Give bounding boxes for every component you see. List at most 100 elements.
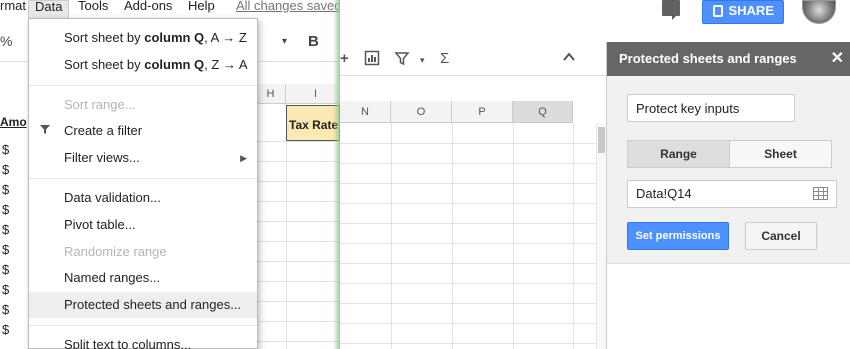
filter-dropdown-icon[interactable]: ▾ xyxy=(420,55,425,66)
lock-icon xyxy=(713,5,723,17)
column-header-i[interactable]: I xyxy=(286,84,340,104)
font-size-dropdown-icon[interactable]: ▾ xyxy=(282,36,287,47)
create-filter-item[interactable]: Create a filter xyxy=(29,118,257,144)
named-ranges-item[interactable]: Named ranges... xyxy=(29,265,257,291)
sort-sheet-a-z-item[interactable]: Sort sheet by column Q, A → Z xyxy=(29,25,257,51)
column-header-n[interactable]: N xyxy=(340,101,391,123)
grid-line xyxy=(256,281,340,282)
menu-item-label: Sort sheet by xyxy=(64,30,145,45)
set-permissions-button[interactable]: Set permissions xyxy=(627,222,729,250)
grid-line xyxy=(340,263,596,264)
amount-cell[interactable]: $ xyxy=(2,300,9,320)
menu-item-label: Filter views... xyxy=(64,150,140,165)
description-input[interactable] xyxy=(627,94,795,122)
tax-rate-cell[interactable]: Tax Rate xyxy=(286,105,340,141)
sort-sheet-z-a-item[interactable]: Sort sheet by column Q, Z → A xyxy=(29,52,257,78)
filter-icon xyxy=(39,118,51,144)
menu-separator xyxy=(29,178,257,179)
submenu-arrow-icon: ▶ xyxy=(240,153,247,163)
percent-format-button[interactable]: % xyxy=(0,33,12,49)
panel-title: Protected sheets and ranges xyxy=(619,51,797,66)
grid-line xyxy=(256,341,340,342)
column-header-o[interactable]: O xyxy=(391,101,452,123)
tab-sheet[interactable]: Sheet xyxy=(729,140,832,168)
menu-separator xyxy=(29,85,257,86)
pivot-table-item[interactable]: Pivot table... xyxy=(29,212,257,238)
panel-header: Protected sheets and ranges ✕ xyxy=(607,42,850,76)
amount-cell[interactable]: $ xyxy=(2,260,9,280)
amount-cell[interactable]: $ xyxy=(2,280,9,300)
grid-line xyxy=(340,323,596,324)
menu-item-label: Create a filter xyxy=(64,123,143,138)
cancel-button[interactable]: Cancel xyxy=(745,222,817,250)
sigma-icon[interactable]: Σ xyxy=(440,50,449,67)
column-header-p[interactable]: P xyxy=(452,101,513,123)
menu-format[interactable]: rmat xyxy=(0,0,26,12)
panel-form: Range Sheet Data!Q14 Set permissions Can… xyxy=(607,76,850,264)
amount-cell[interactable]: $ xyxy=(2,220,9,240)
grid-line xyxy=(340,223,596,224)
amount-cell[interactable]: $ xyxy=(2,160,9,180)
menu-tools[interactable]: Tools xyxy=(78,0,108,12)
select-range-grid-icon[interactable] xyxy=(813,187,828,200)
amount-cell[interactable]: $ xyxy=(2,200,9,220)
data-menu-dropdown: Sort sheet by column Q, A → Z Sort sheet… xyxy=(28,18,258,349)
data-validation-item[interactable]: Data validation... xyxy=(29,185,257,211)
grid-line xyxy=(513,123,514,349)
insert-icon[interactable]: + xyxy=(340,50,349,67)
grid-line xyxy=(340,283,596,284)
chevron-up-icon[interactable] xyxy=(562,50,576,67)
menu-item-label: , Z → A xyxy=(204,57,248,72)
grid-line xyxy=(340,183,596,184)
protected-ranges-panel: Protected sheets and ranges ✕ Range Shee… xyxy=(606,42,850,349)
amount-header-cell[interactable]: Amo xyxy=(0,115,27,129)
grid-line xyxy=(256,261,340,262)
grid-line xyxy=(256,321,340,322)
tab-range[interactable]: Range xyxy=(627,140,730,168)
protected-sheets-item[interactable]: Protected sheets and ranges... xyxy=(29,292,257,318)
grid-line xyxy=(391,123,392,349)
grid-line xyxy=(256,301,340,302)
menu-item-label-bold: column Q xyxy=(144,57,205,72)
amount-cell[interactable]: $ xyxy=(2,240,9,260)
grid-line xyxy=(452,123,453,349)
menu-data[interactable]: Data xyxy=(28,0,70,18)
grid-line xyxy=(573,123,574,349)
comments-icon[interactable] xyxy=(662,0,680,20)
right-sheet-pane: SHARE + ▾ Σ N O P Q Protected sheets and… xyxy=(340,0,850,349)
amount-cell[interactable]: $ xyxy=(2,320,9,340)
menu-help[interactable]: Help xyxy=(188,0,215,12)
grid-line xyxy=(340,163,596,164)
save-status[interactable]: All changes saved xyxy=(236,0,340,12)
range-input[interactable]: Data!Q14 xyxy=(627,180,837,208)
chart-icon[interactable] xyxy=(364,50,380,70)
bold-button[interactable]: B xyxy=(308,33,319,50)
grid-line xyxy=(256,181,340,182)
sort-range-item: Sort range... xyxy=(64,97,136,112)
filter-icon[interactable] xyxy=(394,50,410,70)
grid-line xyxy=(340,243,596,244)
close-icon[interactable]: ✕ xyxy=(831,42,844,76)
grid-line xyxy=(340,203,596,204)
grid-line xyxy=(256,161,340,162)
menu-item-label-bold: column Q xyxy=(144,30,205,45)
menu-item-label: , A → Z xyxy=(204,30,247,45)
grid-line xyxy=(340,143,596,144)
avatar[interactable] xyxy=(802,0,836,24)
amount-cell[interactable]: $ xyxy=(2,140,9,160)
menu-addons[interactable]: Add-ons xyxy=(124,0,172,12)
vertical-scrollbar[interactable] xyxy=(596,123,606,349)
share-button[interactable]: SHARE xyxy=(702,0,784,24)
column-header-h[interactable]: H xyxy=(256,84,286,104)
grid-line xyxy=(340,303,596,304)
menu-item-label: Sort sheet by xyxy=(64,57,145,72)
randomize-range-item: Randomize range xyxy=(64,244,167,259)
grid-line xyxy=(340,343,596,344)
scrollbar-thumb[interactable] xyxy=(598,127,605,153)
amount-cell[interactable]: $ xyxy=(2,180,9,200)
filter-views-item[interactable]: Filter views... ▶ xyxy=(29,145,257,171)
sheet-toolbar: + ▾ Σ xyxy=(340,42,606,76)
column-header-q[interactable]: Q xyxy=(513,101,573,123)
split-text-item[interactable]: Split text to columns... xyxy=(29,332,257,349)
grid-line xyxy=(256,221,340,222)
